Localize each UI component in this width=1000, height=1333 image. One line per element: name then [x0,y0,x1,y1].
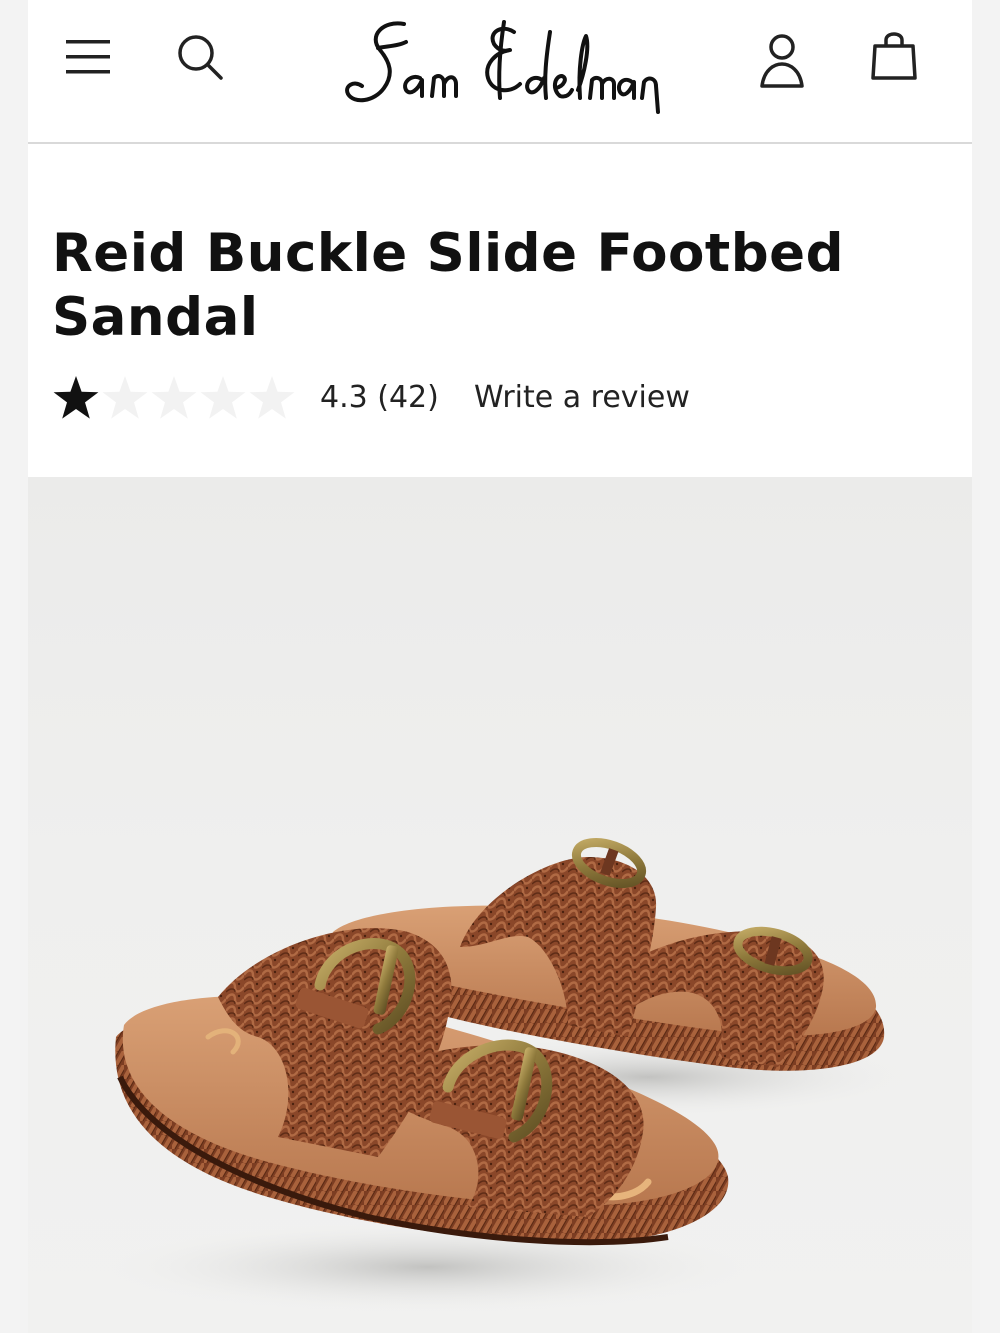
sandal-photo [108,837,908,1312]
rating-summary: 4.3 (42) [320,380,439,415]
star-empty-icon [102,376,148,419]
sam-edelman-logo [345,20,660,114]
product-image[interactable] [28,477,972,1333]
star-filled-icon [53,376,99,419]
search-icon [178,35,223,80]
star-empty-icon [249,376,295,419]
account-button[interactable] [752,30,812,92]
hamburger-menu-icon [66,40,110,74]
site-header [28,0,972,144]
menu-button[interactable] [60,30,116,84]
rating-row: 4.3 (42) Write a review [52,372,932,428]
shopping-bag-icon [871,32,917,80]
star-empty-icon [200,376,246,419]
product-page: Reid Buckle Slide Footbed Sandal 4.3 (42… [28,0,972,1333]
brand-logo[interactable] [328,18,668,118]
star-rating[interactable] [52,374,298,424]
search-button[interactable] [170,28,230,86]
shopping-bag-button[interactable] [864,24,924,84]
product-title: Reid Buckle Slide Footbed Sandal [52,223,845,348]
star-empty-icon [151,376,197,419]
account-icon [760,34,804,88]
write-review-link[interactable]: Write a review [474,380,690,415]
